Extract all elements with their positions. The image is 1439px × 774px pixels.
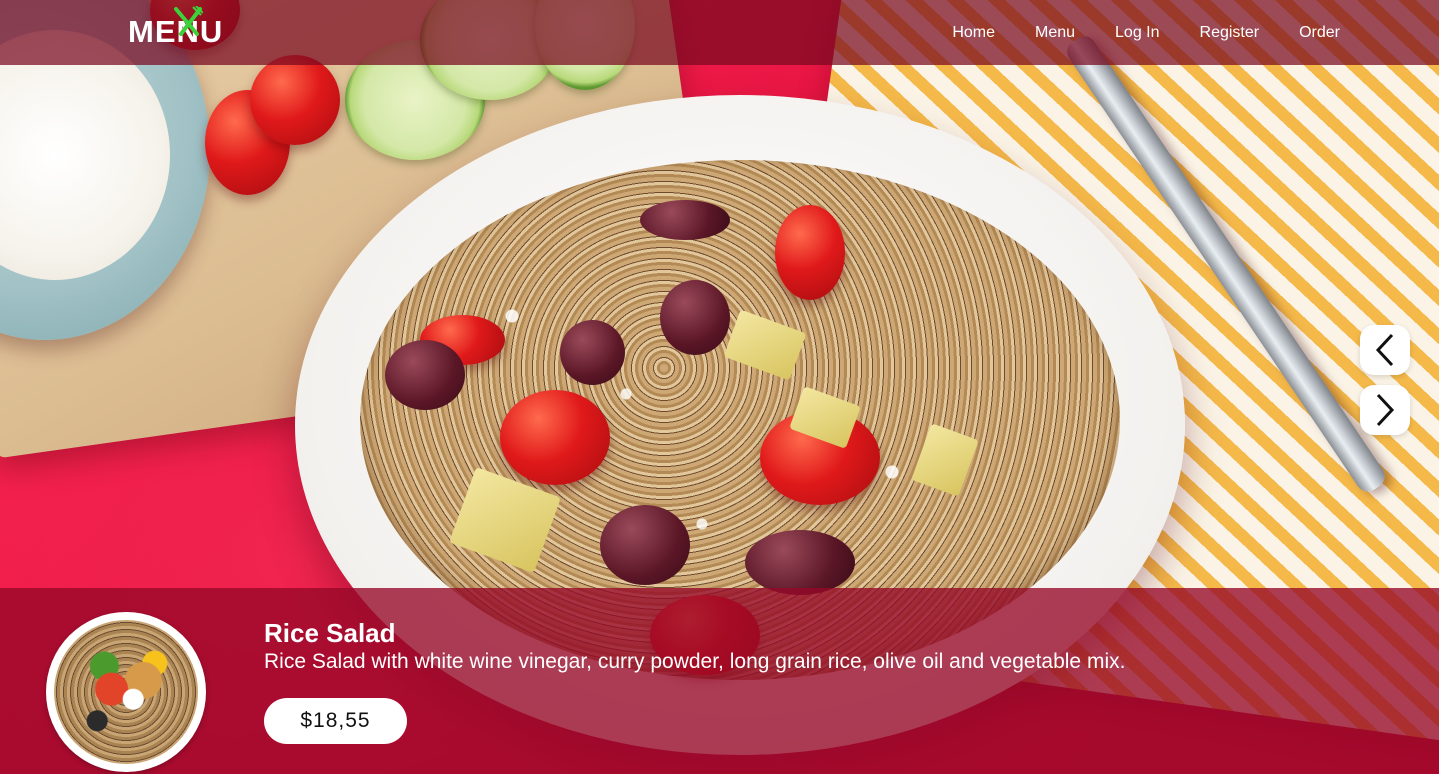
fork-knife-icon: [173, 6, 203, 36]
dish-info-bar: Rice Salad Rice Salad with white wine vi…: [0, 588, 1439, 774]
olive: [660, 280, 730, 355]
carousel-prev-button[interactable]: [1360, 325, 1410, 375]
tomato: [250, 55, 340, 145]
carousel-next-button[interactable]: [1360, 385, 1410, 435]
olive: [385, 340, 465, 410]
dish-description: Rice Salad with white wine vinegar, curr…: [264, 650, 1126, 673]
nav-register[interactable]: Register: [1200, 24, 1260, 42]
main-nav: Home Menu Log In Register Order: [912, 0, 1340, 65]
olive: [745, 530, 855, 595]
navbar: MEN U Home Menu Log In Register Order: [0, 0, 1439, 65]
logo-text-left: ME: [128, 14, 177, 49]
nav-login[interactable]: Log In: [1115, 24, 1159, 42]
olive: [560, 320, 625, 385]
nav-menu[interactable]: Menu: [1035, 24, 1075, 42]
chevron-right-icon: [1376, 393, 1395, 427]
logo-text-right: U: [199, 14, 224, 49]
dish-title: Rice Salad: [264, 618, 396, 648]
olive: [640, 200, 730, 240]
tomato: [775, 205, 845, 300]
dish-thumbnail[interactable]: [46, 612, 206, 772]
nav-order[interactable]: Order: [1299, 24, 1340, 42]
dish-thumbnail-image: [54, 620, 198, 764]
price-button[interactable]: $18,55: [264, 698, 407, 744]
chevron-left-icon: [1375, 333, 1394, 367]
logo[interactable]: MEN U: [128, 6, 224, 50]
tomato: [500, 390, 610, 485]
olive: [600, 505, 690, 585]
nav-home[interactable]: Home: [952, 24, 995, 42]
